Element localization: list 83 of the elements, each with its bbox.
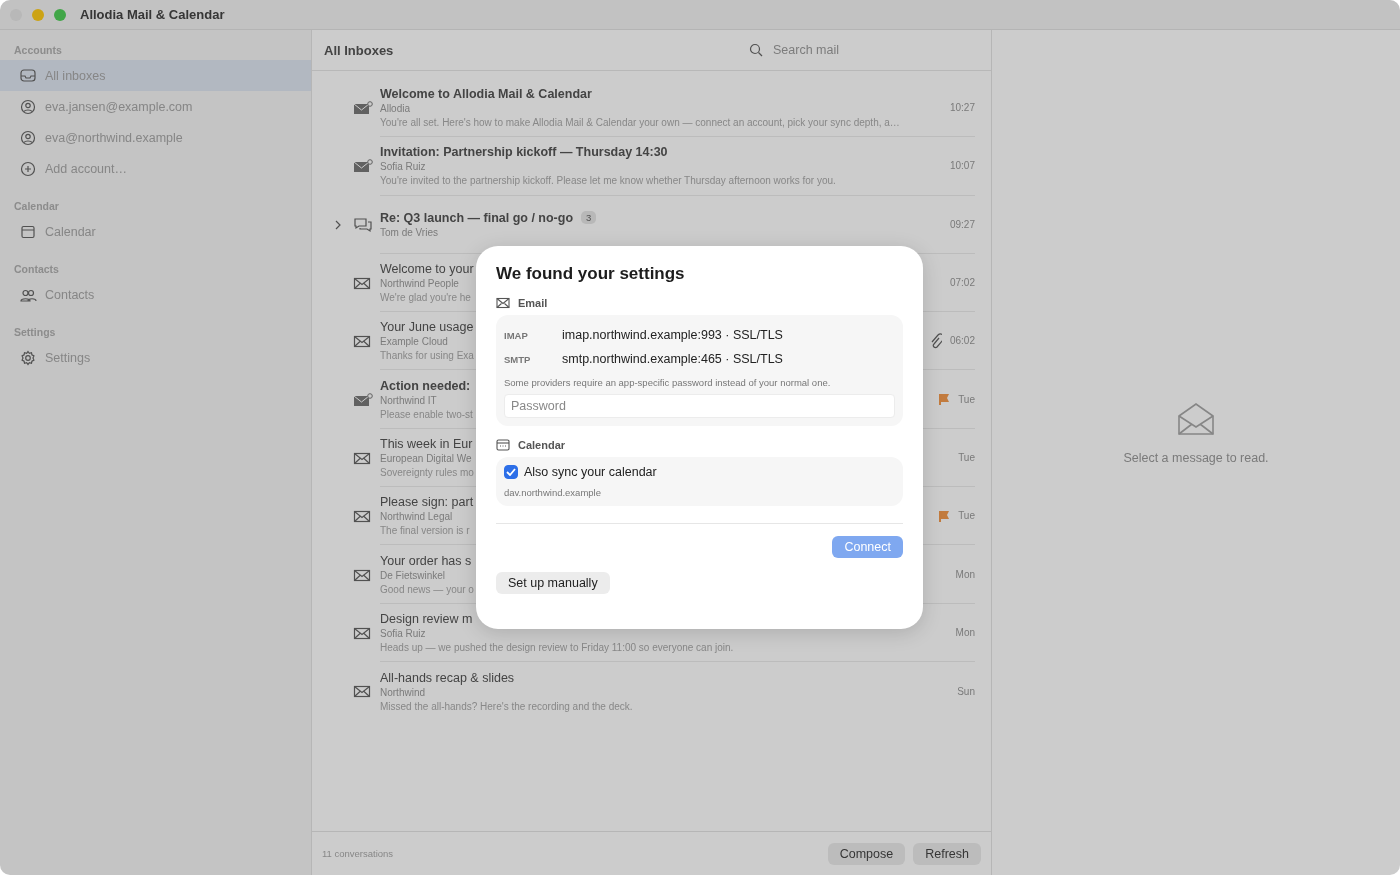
person-icon: [19, 128, 37, 147]
message-sender: Northwind People: [380, 278, 459, 290]
message-time: Sun: [957, 685, 975, 697]
message-sender: Northwind: [380, 686, 426, 698]
checkbox-label: Also sync your calendar: [524, 465, 657, 479]
password-field[interactable]: Password: [504, 394, 895, 418]
settings-icon: [19, 348, 37, 367]
message-subject: Your June usage: [380, 320, 474, 335]
message-time: Tue: [958, 451, 975, 463]
checkmark-icon: [506, 468, 516, 476]
footer-button[interactable]: Compose: [827, 842, 906, 865]
empty-state-text: Select a message to read.: [1123, 450, 1269, 465]
protocol-label: SMTP: [504, 353, 532, 365]
minimize-button[interactable]: [32, 8, 44, 21]
window-title: Allodia Mail & Calendar: [80, 7, 225, 22]
message-sender: De Fietswinkel: [380, 569, 446, 581]
search-field[interactable]: Search mail: [773, 43, 923, 57]
message-preview: Good news — your o: [380, 583, 474, 595]
conversation-count: 11 conversations: [322, 848, 394, 859]
protocol-label: IMAP: [504, 329, 529, 341]
message-subject: Your order has s: [380, 553, 472, 568]
message-subject: Action needed:: [380, 378, 471, 393]
thread-count: 3: [581, 211, 597, 225]
person-icon: [19, 97, 37, 116]
message-sender: Sofia Ruiz: [380, 161, 426, 173]
search-icon: [749, 43, 763, 57]
footer-button[interactable]: Refresh: [913, 842, 981, 865]
message-preview: Please enable two-st: [380, 408, 473, 420]
message-subject: Invitation: Partnership kickoff — Thursday 14:30: [380, 145, 668, 160]
message-preview: Thanks for using Exa: [380, 350, 474, 362]
message-sender: Allodia: [380, 103, 411, 115]
message-subject: Re: Q3 launch — final go / no-go: [380, 210, 574, 225]
manual-setup-button[interactable]: Set up manually: [496, 572, 610, 594]
message-row[interactable]: Welcome to Allodia Mail & Calendar Allodia You're all set. Here's how to make Allodia Mail & Calendar your own — connect an account, pick your sync depth, a… 10:27: [328, 79, 975, 138]
add-icon: [19, 159, 37, 178]
envelope-icon: [496, 297, 510, 309]
message-subject: All-hands recap & slides: [380, 670, 515, 685]
section-heading: Contacts: [13, 262, 60, 277]
message-sender: Northwind IT: [380, 394, 437, 406]
server-address: dav.northwind.example: [504, 487, 602, 498]
hint-text: Some providers require an app-specific password instead of your normal one.: [504, 377, 832, 388]
server-address: imap.northwind.example:993 · SSL/TLS: [562, 328, 783, 342]
inbox-icon: [19, 66, 37, 85]
message-time: Mon: [955, 568, 975, 580]
message-sender: Example Cloud: [380, 336, 448, 348]
message-preview: You're invited to the partnership kickoff. Please let me know whether Thursday afternoon works for you.: [380, 175, 836, 187]
section-heading: Settings: [13, 325, 57, 340]
message-time: Mon: [955, 626, 975, 638]
section-label: Email: [518, 297, 548, 309]
message-subject: This week in Eur: [380, 436, 473, 451]
message-time: 09:27: [949, 218, 975, 230]
message-time: Tue: [958, 393, 975, 405]
message-time: 07:02: [949, 277, 975, 289]
message-sender: European Digital We: [380, 452, 472, 464]
message-sender: Sofia Ruiz: [380, 627, 426, 639]
message-preview: You're all set. Here's how to make Allodia Mail & Calendar your own — connect an account, pick your sync depth, a…: [380, 117, 900, 129]
message-preview: Sovereignty rules mo: [380, 466, 474, 478]
message-preview: The final version is r: [380, 525, 470, 537]
message-preview: We're glad you're he: [380, 292, 471, 304]
message-sender: Tom de Vries: [380, 226, 438, 238]
section-heading: Accounts: [13, 43, 63, 58]
server-address: smtp.northwind.example:465 · SSL/TLS: [562, 352, 783, 366]
message-subject: Please sign: part: [380, 495, 474, 510]
open-envelope-icon: [1176, 400, 1216, 437]
message-time: 10:27: [949, 102, 975, 114]
section-heading: Calendar: [13, 199, 60, 214]
message-row[interactable]: Invitation: Partnership kickoff — Thursday 14:30 Sofia Ruiz You're invited to the partnership kickoff. Please let me know whether Thursday afternoon works for you. 10:07: [328, 137, 975, 196]
message-time: Tue: [958, 510, 975, 522]
message-row[interactable]: All-hands recap & slides Northwind Missed the all-hands? Here's the recording and the deck. Sun: [328, 661, 975, 721]
message-sender: Northwind Legal: [380, 511, 453, 523]
message-subject: Design review m: [380, 611, 473, 626]
message-subject: Welcome to Allodia Mail & Calendar: [380, 87, 592, 102]
calendar-icon: [496, 439, 510, 451]
message-time: 10:07: [949, 160, 975, 172]
message-time: 06:02: [949, 335, 975, 347]
list-title: All Inboxes: [324, 42, 394, 58]
message-preview: Heads up — we pushed the design review to Friday 11:00 so everyone can join.: [380, 641, 734, 653]
dialog-title: We found your settings: [496, 264, 686, 284]
checkbox[interactable]: [504, 465, 518, 479]
zoom-button[interactable]: [54, 8, 66, 21]
section-label: Calendar: [518, 439, 566, 451]
message-preview: Missed the all-hands? Here's the recording and the deck.: [380, 700, 633, 712]
message-subject: Welcome to your: [380, 262, 474, 277]
